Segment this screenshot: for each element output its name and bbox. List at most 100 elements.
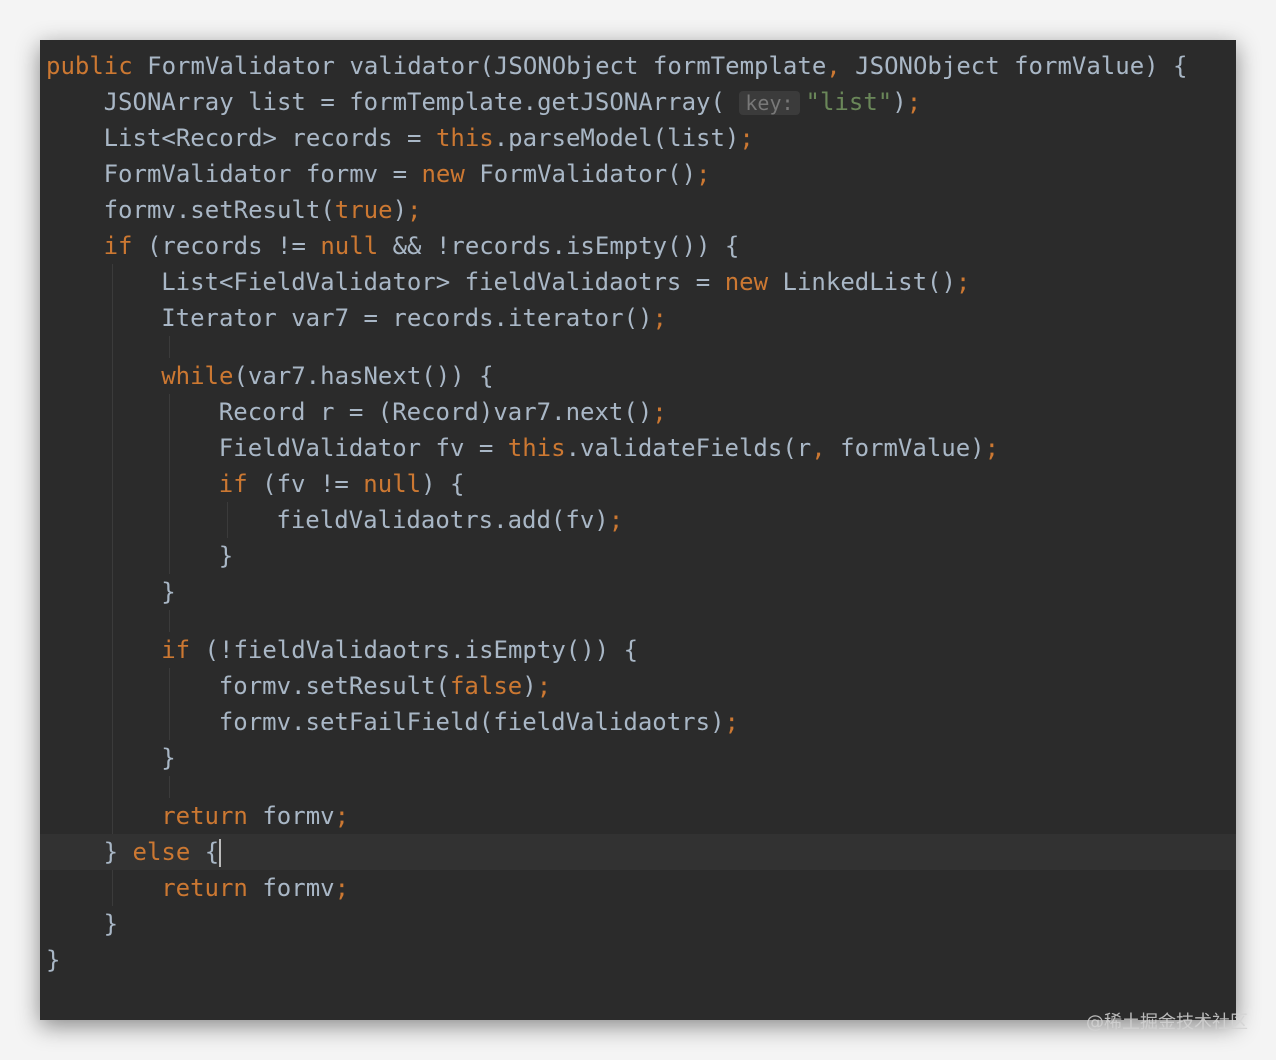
code-line: Iterator var7 = records.iterator();	[40, 300, 1236, 336]
code-line: if (fv != null) {	[40, 466, 1236, 502]
indent-guide	[169, 394, 171, 430]
code-line: while(var7.hasNext()) {	[40, 358, 1236, 394]
indent-guide	[169, 538, 171, 574]
code-token: FormValidator formv =	[103, 160, 422, 188]
code-token: ;	[955, 268, 971, 296]
code-token: && !records.isEmpty()) {	[378, 232, 740, 260]
code-line	[40, 336, 1236, 358]
code-token: ,	[826, 52, 841, 80]
code-line	[40, 776, 1236, 798]
code-token: ;	[334, 874, 350, 902]
code-line: JSONArray list = formTemplate.getJSONArr…	[40, 84, 1236, 120]
code-text: if (!fieldValidaotrs.isEmpty()) {	[161, 632, 638, 668]
code-token: "list"	[805, 88, 893, 116]
indent-guide	[111, 574, 113, 610]
code-token: fieldValidaotrs.add(fv)	[276, 506, 609, 534]
indent-guide	[169, 466, 171, 502]
indent-guide	[169, 610, 171, 632]
code-token: (var7.hasNext()) {	[233, 362, 494, 390]
indent-guide	[111, 358, 113, 394]
code-token: }	[161, 744, 176, 772]
indent-guide	[111, 502, 113, 538]
indent-guide	[169, 776, 171, 798]
code-line: return formv;	[40, 870, 1236, 906]
code-token: {	[190, 838, 220, 866]
text-caret	[219, 839, 222, 867]
code-token: .validateFields(r	[565, 434, 812, 462]
code-token: ;	[334, 802, 350, 830]
code-token: )	[892, 88, 907, 116]
code-line: }	[40, 538, 1236, 574]
indent-guide	[111, 704, 113, 740]
indent-guide	[169, 704, 171, 740]
code-line: public FormValidator validator(JSONObjec…	[40, 48, 1236, 84]
code-line: if (records != null && !records.isEmpty(…	[40, 228, 1236, 264]
code-token: }	[218, 542, 234, 570]
code-token: ;	[696, 160, 711, 188]
code-text: }	[46, 942, 60, 978]
indent-guide	[169, 430, 171, 466]
code-token: this	[507, 434, 566, 462]
indent-guide	[111, 300, 113, 336]
code-editor[interactable]: public FormValidator validator(JSONObjec…	[40, 48, 1236, 978]
code-token: FormValidator validator(JSONObject formT…	[132, 52, 827, 80]
code-line: }	[40, 574, 1236, 610]
code-line: FormValidator formv = new FormValidator(…	[40, 156, 1236, 192]
code-token: null	[363, 470, 422, 498]
code-token: else	[132, 838, 191, 866]
indent-guide	[111, 740, 113, 776]
code-token: if	[218, 470, 248, 498]
parameter-hint: key:	[739, 91, 800, 115]
indent-guide	[111, 394, 113, 430]
code-token: ;	[724, 708, 739, 736]
code-token: ;	[652, 304, 667, 332]
code-token: ;	[984, 434, 1000, 462]
code-token: formv	[247, 874, 335, 902]
code-token: )	[522, 672, 537, 700]
code-token: formv.setResult(	[103, 196, 335, 224]
code-token: if	[103, 232, 133, 260]
code-text: }	[161, 574, 175, 610]
indent-guide	[111, 776, 113, 798]
indent-guide	[111, 336, 113, 358]
code-token: }	[103, 910, 119, 938]
code-token: LinkedList()	[768, 268, 956, 296]
code-line: List<Record> records = this.parseModel(l…	[40, 120, 1236, 156]
indent-guide	[169, 336, 171, 358]
code-token: formv	[247, 802, 335, 830]
indent-guide	[111, 610, 113, 632]
code-token: JSONArray list = formTemplate.getJSONArr…	[103, 88, 740, 116]
code-text: } else {	[104, 834, 222, 870]
code-text: Iterator var7 = records.iterator();	[161, 300, 667, 336]
code-line: return formv;	[40, 798, 1236, 834]
code-token: this	[435, 124, 494, 152]
code-text: if (records != null && !records.isEmpty(…	[104, 228, 740, 264]
code-line: FieldValidator fv = this.validateFields(…	[40, 430, 1236, 466]
code-token: new	[724, 268, 769, 296]
code-text: fieldValidaotrs.add(fv);	[276, 502, 623, 538]
code-text: }	[161, 740, 175, 776]
indent-guide	[111, 798, 113, 834]
code-line: }	[40, 906, 1236, 942]
indent-guide	[111, 264, 113, 300]
code-token: formv.setFailField(fieldValidaotrs)	[218, 708, 725, 736]
code-line: formv.setFailField(fieldValidaotrs);	[40, 704, 1236, 740]
code-line: List<FieldValidator> fieldValidaotrs = n…	[40, 264, 1236, 300]
code-text: return formv;	[161, 870, 349, 906]
code-token: FormValidator()	[464, 160, 697, 188]
indent-guide	[226, 502, 228, 538]
code-token: ,	[811, 434, 826, 462]
code-text: formv.setResult(false);	[219, 668, 551, 704]
code-text: JSONArray list = formTemplate.getJSONArr…	[104, 84, 922, 121]
code-text: List<Record> records = this.parseModel(l…	[104, 120, 754, 156]
code-text: if (fv != null) {	[219, 466, 465, 502]
code-text: }	[219, 538, 233, 574]
code-token: while	[161, 362, 234, 390]
code-token: FieldValidator fv =	[218, 434, 508, 462]
code-text: List<FieldValidator> fieldValidaotrs = n…	[161, 264, 970, 300]
code-token: List<FieldValidator> fieldValidaotrs =	[161, 268, 725, 296]
code-token: formValue)	[825, 434, 985, 462]
code-token: new	[421, 160, 465, 188]
code-token: List<Record> records =	[103, 124, 436, 152]
code-line: Record r = (Record)var7.next();	[40, 394, 1236, 430]
